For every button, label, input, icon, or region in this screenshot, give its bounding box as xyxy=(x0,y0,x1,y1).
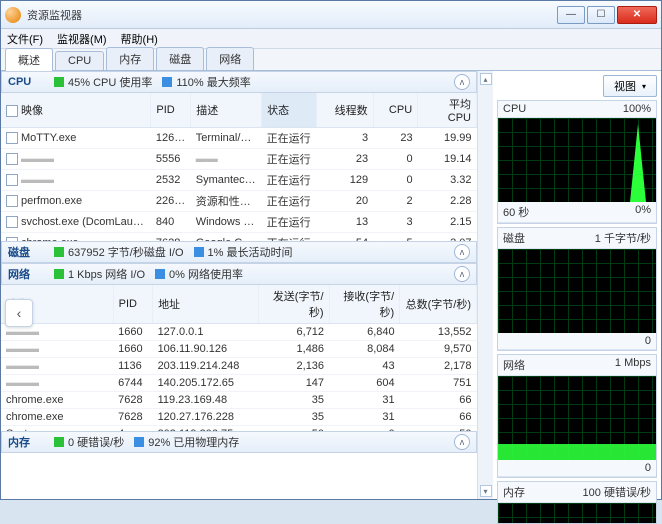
table-row[interactable]: svchost.exe (DcomLau…840Windows …正在运行133… xyxy=(1,212,477,233)
menu-monitor[interactable]: 监视器(M) xyxy=(57,31,107,47)
titlebar: 资源监视器 — ☐ ✕ xyxy=(1,1,661,29)
table-row[interactable]: ▬▬▬1660106.11.90.1261,4868,0849,570 xyxy=(1,341,477,358)
checkbox[interactable] xyxy=(6,132,18,144)
col-image[interactable]: 映像 xyxy=(1,93,151,128)
col-avg[interactable]: 平均 CPU xyxy=(418,93,477,128)
chevron-down-icon: ▾ xyxy=(642,82,646,91)
cpu-freq-stat: 110% 最大频率 xyxy=(162,74,250,90)
net-title: 网络 xyxy=(8,266,44,282)
table-row[interactable]: chrome.exe7628119.23.169.48353166 xyxy=(1,392,477,409)
table-row[interactable]: ▬▬▬5556▬▬正在运行23019.14 xyxy=(1,149,477,170)
window-controls: — ☐ ✕ xyxy=(557,6,657,24)
table-row[interactable]: perfmon.exe226…资源和性…正在运行2022.28 xyxy=(1,191,477,212)
mem-title: 内存 xyxy=(8,434,44,450)
net-use-stat: 0% 网络使用率 xyxy=(155,266,243,282)
col-send[interactable]: 发送(字节/秒) xyxy=(258,285,329,324)
chart-cpu: CPU100% 60 秒0% xyxy=(497,100,657,224)
vertical-scrollbar[interactable]: ▴ ▾ xyxy=(477,71,493,499)
square-icon xyxy=(54,247,64,257)
table-row[interactable]: ▬▬▬6744140.205.172.65147604751 xyxy=(1,375,477,392)
mem-section-header[interactable]: 内存 0 硬错误/秒 92% 已用物理内存 ʌ xyxy=(1,431,477,453)
mem-used-stat: 92% 已用物理内存 xyxy=(134,434,239,450)
view-button[interactable]: 视图▾ xyxy=(603,75,657,97)
col-status[interactable]: 状态 xyxy=(262,93,317,128)
chart-memory: 内存100 硬错误/秒 xyxy=(497,481,657,524)
net-section-header[interactable]: 网络 1 Kbps 网络 I/O 0% 网络使用率 ʌ xyxy=(1,263,477,285)
close-button[interactable]: ✕ xyxy=(617,6,657,24)
disk-io-stat: 637952 字节/秒磁盘 I/O xyxy=(54,244,184,260)
menubar: 文件(F) 监视器(M) 帮助(H) xyxy=(1,29,661,49)
col-desc[interactable]: 描述 xyxy=(191,93,262,128)
square-icon xyxy=(134,437,144,447)
disk-active-stat: 1% 最长活动时间 xyxy=(194,244,293,260)
checkbox[interactable] xyxy=(6,153,18,165)
col-pid[interactable]: PID xyxy=(113,285,152,324)
tab-overview[interactable]: 概述 xyxy=(5,48,53,71)
chart-disk: 磁盘1 千字节/秒 0 xyxy=(497,227,657,351)
chevron-up-icon[interactable]: ʌ xyxy=(454,434,470,450)
col-pid[interactable]: PID xyxy=(151,93,191,128)
back-arrow-icon[interactable]: ‹ xyxy=(5,299,33,327)
cpu-title: CPU xyxy=(8,76,44,88)
tab-memory[interactable]: 内存 xyxy=(106,47,154,70)
square-icon xyxy=(155,269,165,279)
net-table: 映像 PID 地址 发送(字节/秒) 接收(字节/秒) 总数(字节/秒) ▬▬▬… xyxy=(1,285,477,431)
tab-disk[interactable]: 磁盘 xyxy=(156,47,204,70)
tab-network[interactable]: 网络 xyxy=(206,47,254,70)
charts-panel: 视图▾ CPU100% 60 秒0% 磁盘1 千字节/秒 0 网络1 Mbps … xyxy=(493,71,661,499)
tab-cpu[interactable]: CPU xyxy=(55,51,104,70)
cpu-table: 映像 PID 描述 状态 线程数 CPU 平均 CPU MoTTY.exe126… xyxy=(1,93,477,241)
table-row[interactable]: MoTTY.exe126…Terminal/…正在运行32319.99 xyxy=(1,128,477,149)
cpu-section-header[interactable]: CPU 45% CPU 使用率 110% 最大频率 ʌ xyxy=(1,71,477,93)
square-icon xyxy=(162,77,172,87)
square-icon xyxy=(194,247,204,257)
net-io-stat: 1 Kbps 网络 I/O xyxy=(54,266,145,282)
table-row[interactable]: chrome.exe7628Google C…正在运行5452.07 xyxy=(1,233,477,242)
cpu-usage-stat: 45% CPU 使用率 xyxy=(54,74,152,90)
col-cpu[interactable]: CPU xyxy=(373,93,418,128)
col-addr[interactable]: 地址 xyxy=(153,285,259,324)
checkbox[interactable] xyxy=(6,105,18,117)
window-title: 资源监视器 xyxy=(27,7,557,23)
table-row[interactable]: chrome.exe7628120.27.176.228353166 xyxy=(1,409,477,426)
maximize-button[interactable]: ☐ xyxy=(587,6,615,24)
col-recv[interactable]: 接收(字节/秒) xyxy=(329,285,400,324)
content: CPU 45% CPU 使用率 110% 最大频率 ʌ 映像 PID 描述 状态… xyxy=(1,71,661,499)
disk-title: 磁盘 xyxy=(8,244,44,260)
table-row[interactable]: ▬▬▬2532Symantec…正在运行12903.32 xyxy=(1,170,477,191)
scroll-down-icon[interactable]: ▾ xyxy=(480,485,492,497)
mem-fault-stat: 0 硬错误/秒 xyxy=(54,434,124,450)
table-row[interactable]: ▬▬▬1136203.119.214.2482,136432,178 xyxy=(1,358,477,375)
menu-help[interactable]: 帮助(H) xyxy=(121,31,158,47)
app-icon xyxy=(5,7,21,23)
checkbox[interactable] xyxy=(6,216,18,228)
checkbox[interactable] xyxy=(6,174,18,186)
menu-file[interactable]: 文件(F) xyxy=(7,31,43,47)
col-threads[interactable]: 线程数 xyxy=(316,93,373,128)
chart-network: 网络1 Mbps 0 xyxy=(497,354,657,478)
square-icon xyxy=(54,269,64,279)
chevron-up-icon[interactable]: ʌ xyxy=(454,266,470,282)
col-total[interactable]: 总数(字节/秒) xyxy=(400,285,477,324)
table-row[interactable]: ▬▬▬1660127.0.0.16,7126,84013,552 xyxy=(1,324,477,341)
scroll-up-icon[interactable]: ▴ xyxy=(480,73,492,85)
chevron-up-icon[interactable]: ʌ xyxy=(454,244,470,260)
square-icon xyxy=(54,437,64,447)
square-icon xyxy=(54,77,64,87)
disk-section-header[interactable]: 磁盘 637952 字节/秒磁盘 I/O 1% 最长活动时间 ʌ xyxy=(1,241,477,263)
minimize-button[interactable]: — xyxy=(557,6,585,24)
tabbar: 概述 CPU 内存 磁盘 网络 xyxy=(1,49,661,71)
checkbox[interactable] xyxy=(6,195,18,207)
chevron-up-icon[interactable]: ʌ xyxy=(454,74,470,90)
